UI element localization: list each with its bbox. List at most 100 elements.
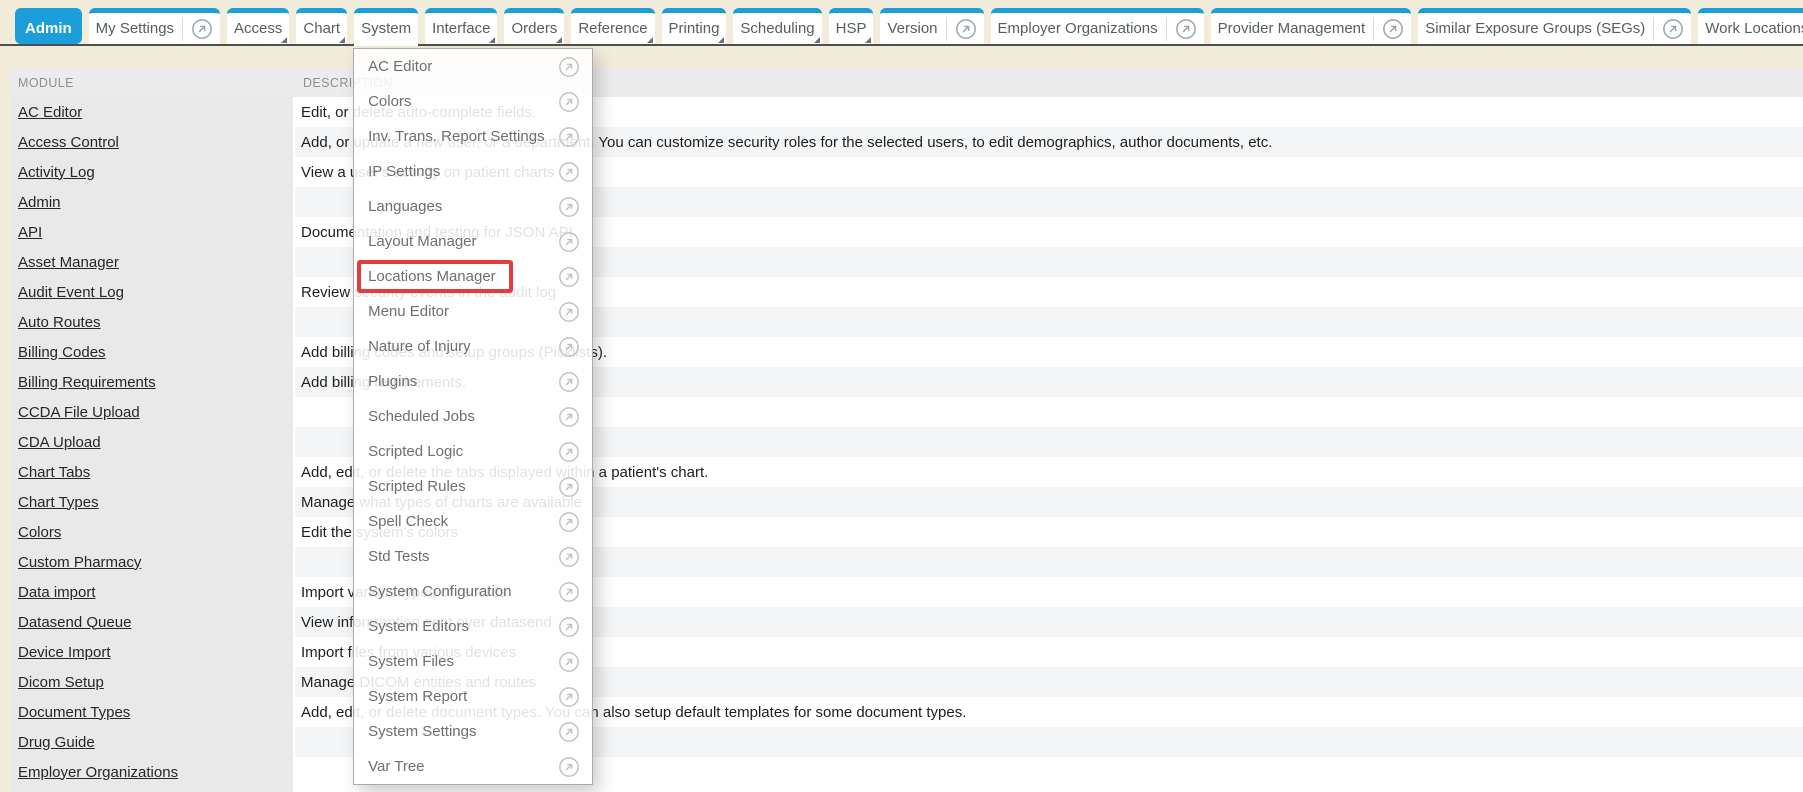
tab-divider xyxy=(1653,17,1654,41)
tab-employer-organizations[interactable]: Employer Organizations xyxy=(991,8,1204,44)
menu-item-system-report[interactable]: System Report xyxy=(354,679,592,714)
highlight-box: Locations Manager xyxy=(357,260,513,293)
menu-item-menu-editor[interactable]: Menu Editor xyxy=(354,294,592,329)
menu-item-plugins[interactable]: Plugins xyxy=(354,364,592,399)
module-link-chart-types[interactable]: Chart Types xyxy=(18,494,99,511)
menu-item-system-configuration[interactable]: System Configuration xyxy=(354,574,592,609)
module-link-drug-guide[interactable]: Drug Guide xyxy=(18,734,95,751)
tab-divider xyxy=(1373,17,1374,41)
tab-my-settings[interactable]: My Settings xyxy=(89,8,220,44)
module-link-activity-log[interactable]: Activity Log xyxy=(18,164,95,181)
tab-label: Admin xyxy=(25,20,72,37)
menu-item-scheduled-jobs[interactable]: Scheduled Jobs xyxy=(354,399,592,434)
tab-chart[interactable]: Chart xyxy=(296,8,347,44)
tab-label: System xyxy=(361,20,411,37)
tab-label: Scheduling xyxy=(740,20,814,37)
menu-item-spell-check[interactable]: Spell Check xyxy=(354,504,592,539)
external-link-icon xyxy=(558,651,580,673)
menu-item-nature-of-injury[interactable]: Nature of Injury xyxy=(354,329,592,364)
module-link-audit-event-log[interactable]: Audit Event Log xyxy=(18,284,124,301)
menu-item-label: IP Settings xyxy=(368,163,440,180)
menu-item-label: Var Tree xyxy=(368,758,424,775)
table-row: CDA Upload xyxy=(10,427,1803,457)
menu-item-system-files[interactable]: System Files xyxy=(354,644,592,679)
module-cell: AC Editor xyxy=(10,97,293,127)
menu-item-ip-settings[interactable]: IP Settings xyxy=(354,154,592,189)
module-link-billing-codes[interactable]: Billing Codes xyxy=(18,344,106,361)
menu-item-inv-trans-report-settings[interactable]: Inv. Trans. Report Settings xyxy=(354,119,592,154)
external-link-icon xyxy=(558,161,580,183)
menu-item-label: Spell Check xyxy=(368,513,448,530)
external-link-icon xyxy=(558,476,580,498)
tab-access[interactable]: Access xyxy=(227,8,289,44)
module-link-custom-pharmacy[interactable]: Custom Pharmacy xyxy=(18,554,141,571)
tab-scheduling[interactable]: Scheduling xyxy=(733,8,821,44)
menu-item-ac-editor[interactable]: AC Editor xyxy=(354,49,592,84)
module-link-ac-editor[interactable]: AC Editor xyxy=(18,104,82,121)
tab-label: Version xyxy=(887,20,937,37)
module-link-document-types[interactable]: Document Types xyxy=(18,704,130,721)
tab-printing[interactable]: Printing xyxy=(662,8,727,44)
table-row: CCDA File Upload xyxy=(10,397,1803,427)
menu-item-label: Scheduled Jobs xyxy=(368,408,475,425)
module-cell: Admin xyxy=(10,187,293,217)
top-navbar: Admin My SettingsAccessChartSystemAC Edit… xyxy=(0,0,1803,46)
menu-item-var-tree[interactable]: Var Tree xyxy=(354,749,592,784)
menu-item-locations-manager[interactable]: Locations Manager xyxy=(354,259,592,294)
table-row: Asset Manager xyxy=(10,247,1803,277)
tab-version[interactable]: Version xyxy=(880,8,983,44)
table-row: Admin xyxy=(10,187,1803,217)
menu-item-label: System Configuration xyxy=(368,583,511,600)
column-header-module: MODULE xyxy=(10,76,295,90)
tab-similar-exposure-groups-segs[interactable]: Similar Exposure Groups (SEGs) xyxy=(1418,8,1691,44)
menu-item-layout-manager[interactable]: Layout Manager xyxy=(354,224,592,259)
module-link-billing-requirements[interactable]: Billing Requirements xyxy=(18,374,156,391)
tab-orders[interactable]: Orders xyxy=(504,8,564,44)
external-link-icon xyxy=(558,56,580,78)
menu-item-scripted-rules[interactable]: Scripted Rules xyxy=(354,469,592,504)
external-link-icon xyxy=(558,756,580,778)
tab-hsp[interactable]: HSP xyxy=(829,8,874,44)
external-link-icon xyxy=(558,441,580,463)
table-header-row: MODULE DESCRIPTION xyxy=(10,68,1803,97)
module-link-device-import[interactable]: Device Import xyxy=(18,644,111,661)
menu-item-languages[interactable]: Languages xyxy=(354,189,592,224)
module-link-dicom-setup[interactable]: Dicom Setup xyxy=(18,674,104,691)
module-link-colors[interactable]: Colors xyxy=(18,524,61,541)
tab-reference[interactable]: Reference xyxy=(571,8,654,44)
menu-item-system-editors[interactable]: System Editors xyxy=(354,609,592,644)
module-link-chart-tabs[interactable]: Chart Tabs xyxy=(18,464,90,481)
module-link-asset-manager[interactable]: Asset Manager xyxy=(18,254,119,271)
module-cell: Billing Codes xyxy=(10,337,293,367)
external-link-icon xyxy=(1382,18,1404,40)
module-link-ccda-file-upload[interactable]: CCDA File Upload xyxy=(18,404,140,421)
tab-system[interactable]: SystemAC EditorColorsInv. Trans. Report … xyxy=(354,8,418,44)
tab-provider-management[interactable]: Provider Management xyxy=(1211,8,1412,44)
module-cell: Document Types xyxy=(10,697,293,727)
tab-interface[interactable]: Interface xyxy=(425,8,497,44)
tab-label: Employer Organizations xyxy=(998,20,1158,37)
tab-label: Interface xyxy=(432,20,490,37)
module-cell: Asset Manager xyxy=(10,247,293,277)
table-row: Chart TypesManage what types of charts a… xyxy=(10,487,1803,517)
module-link-access-control[interactable]: Access Control xyxy=(18,134,119,151)
module-cell: Device Import xyxy=(10,637,293,667)
module-link-datasend-queue[interactable]: Datasend Queue xyxy=(18,614,131,631)
menu-item-colors[interactable]: Colors xyxy=(354,84,592,119)
menu-item-system-settings[interactable]: System Settings xyxy=(354,714,592,749)
module-cell: Colors xyxy=(10,517,293,547)
menu-item-scripted-logic[interactable]: Scripted Logic xyxy=(354,434,592,469)
module-cell: Datasend Queue xyxy=(10,607,293,637)
module-link-data-import[interactable]: Data import xyxy=(18,584,96,601)
module-link-admin[interactable]: Admin xyxy=(18,194,61,211)
module-link-api[interactable]: API xyxy=(18,224,42,241)
module-cell: Data import xyxy=(10,577,293,607)
tab-label: Provider Management xyxy=(1218,20,1366,37)
module-link-cda-upload[interactable]: CDA Upload xyxy=(18,434,101,451)
tab-admin[interactable]: Admin xyxy=(15,8,82,44)
module-cell: CCDA File Upload xyxy=(10,397,293,427)
module-link-auto-routes[interactable]: Auto Routes xyxy=(18,314,101,331)
tab-work-locations[interactable]: Work Locations xyxy=(1698,8,1803,44)
menu-item-std-tests[interactable]: Std Tests xyxy=(354,539,592,574)
module-link-employer-organizations[interactable]: Employer Organizations xyxy=(18,764,178,781)
